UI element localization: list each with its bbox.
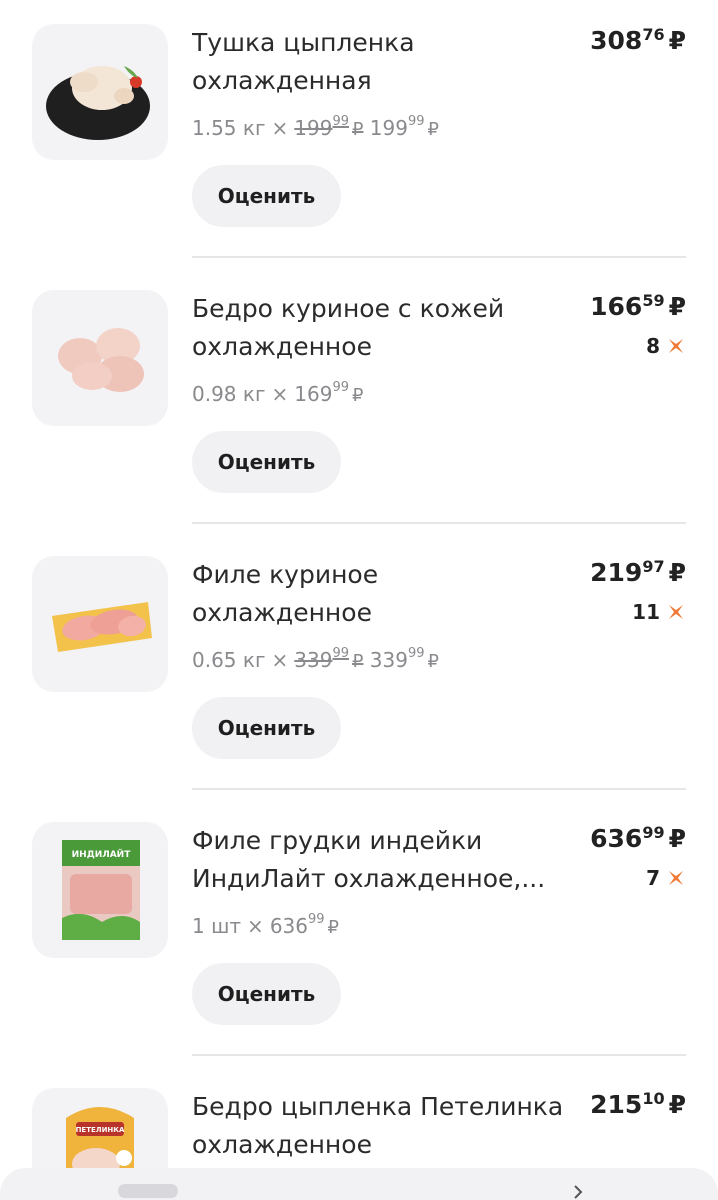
total-price: 21997 ₽ xyxy=(590,557,686,587)
old-unit-price: 19999 ₽ xyxy=(294,114,364,140)
product-title-line-1[interactable]: Бедро куриное с кожей xyxy=(192,290,582,328)
quantity-price: 1 шт × 63699 ₽ xyxy=(192,912,339,938)
unit-price: 19999 ₽ xyxy=(369,114,439,140)
package-brand-label: ПЕТЕЛИНКА xyxy=(76,1126,125,1134)
bottom-bar-label-placeholder xyxy=(118,1184,178,1198)
product-title-line-1[interactable]: Филе куриное xyxy=(192,556,582,594)
unit-price: 33999 ₽ xyxy=(369,646,439,672)
bottom-sheet-bar[interactable] xyxy=(0,1168,718,1200)
rate-button[interactable]: Оценить xyxy=(192,697,341,759)
divider xyxy=(192,788,686,790)
bonus-icon xyxy=(669,339,683,353)
product-title-line-1[interactable]: Тушка цыпленка xyxy=(192,24,582,62)
divider xyxy=(192,1054,686,1056)
product-title-line-1[interactable]: Филе грудки индейки xyxy=(192,822,582,860)
product-title-line-2[interactable]: охлажденное xyxy=(192,594,582,632)
bonus-points: 8 xyxy=(646,334,686,358)
product-title-line-1[interactable]: Бедро цыпленка Петелинка xyxy=(192,1088,592,1126)
total-price: 30876 ₽ xyxy=(590,25,686,55)
product-image[interactable] xyxy=(32,556,168,692)
unit-price: 63699 ₽ xyxy=(269,912,339,938)
rate-button[interactable]: Оценить xyxy=(192,165,341,227)
divider xyxy=(192,256,686,258)
divider xyxy=(192,522,686,524)
product-title-line-2[interactable]: охлажденное xyxy=(192,1126,592,1164)
product-image[interactable] xyxy=(32,290,168,426)
rate-button[interactable]: Оценить xyxy=(192,431,341,493)
bonus-points: 11 xyxy=(632,600,686,624)
total-price: 16659 ₽ xyxy=(590,291,686,321)
bonus-icon xyxy=(669,605,683,619)
total-price: 21510 ₽ xyxy=(590,1089,686,1119)
bonus-icon xyxy=(669,871,683,885)
cart-item-list: Тушка цыпленка охлажденная 1.55 кг × 19999… xyxy=(0,0,718,1200)
package-brand-label: ИНДИЛАЙТ xyxy=(72,848,132,860)
old-unit-price: 33999 ₽ xyxy=(294,646,364,672)
quantity-price: 1.55 кг × 19999 ₽ 19999 ₽ xyxy=(192,114,439,140)
rate-button[interactable]: Оценить xyxy=(192,963,341,1025)
quantity-price: 0.98 кг × 16999 ₽ xyxy=(192,380,364,406)
chevron-right-icon[interactable] xyxy=(570,1184,586,1200)
product-title-line-2[interactable]: ИндиЛайт охлажденное,... xyxy=(192,860,582,898)
quantity-price: 0.65 кг × 33999 ₽ 33999 ₽ xyxy=(192,646,439,672)
total-price: 63699 ₽ xyxy=(590,823,686,853)
product-title-line-2[interactable]: охлажденная xyxy=(192,62,582,100)
product-image[interactable] xyxy=(32,24,168,160)
bonus-points: 7 xyxy=(646,866,686,890)
product-title-line-2[interactable]: охлажденное xyxy=(192,328,582,366)
unit-price: 16999 ₽ xyxy=(294,380,364,406)
product-image[interactable]: ИНДИЛАЙТ xyxy=(32,822,168,958)
